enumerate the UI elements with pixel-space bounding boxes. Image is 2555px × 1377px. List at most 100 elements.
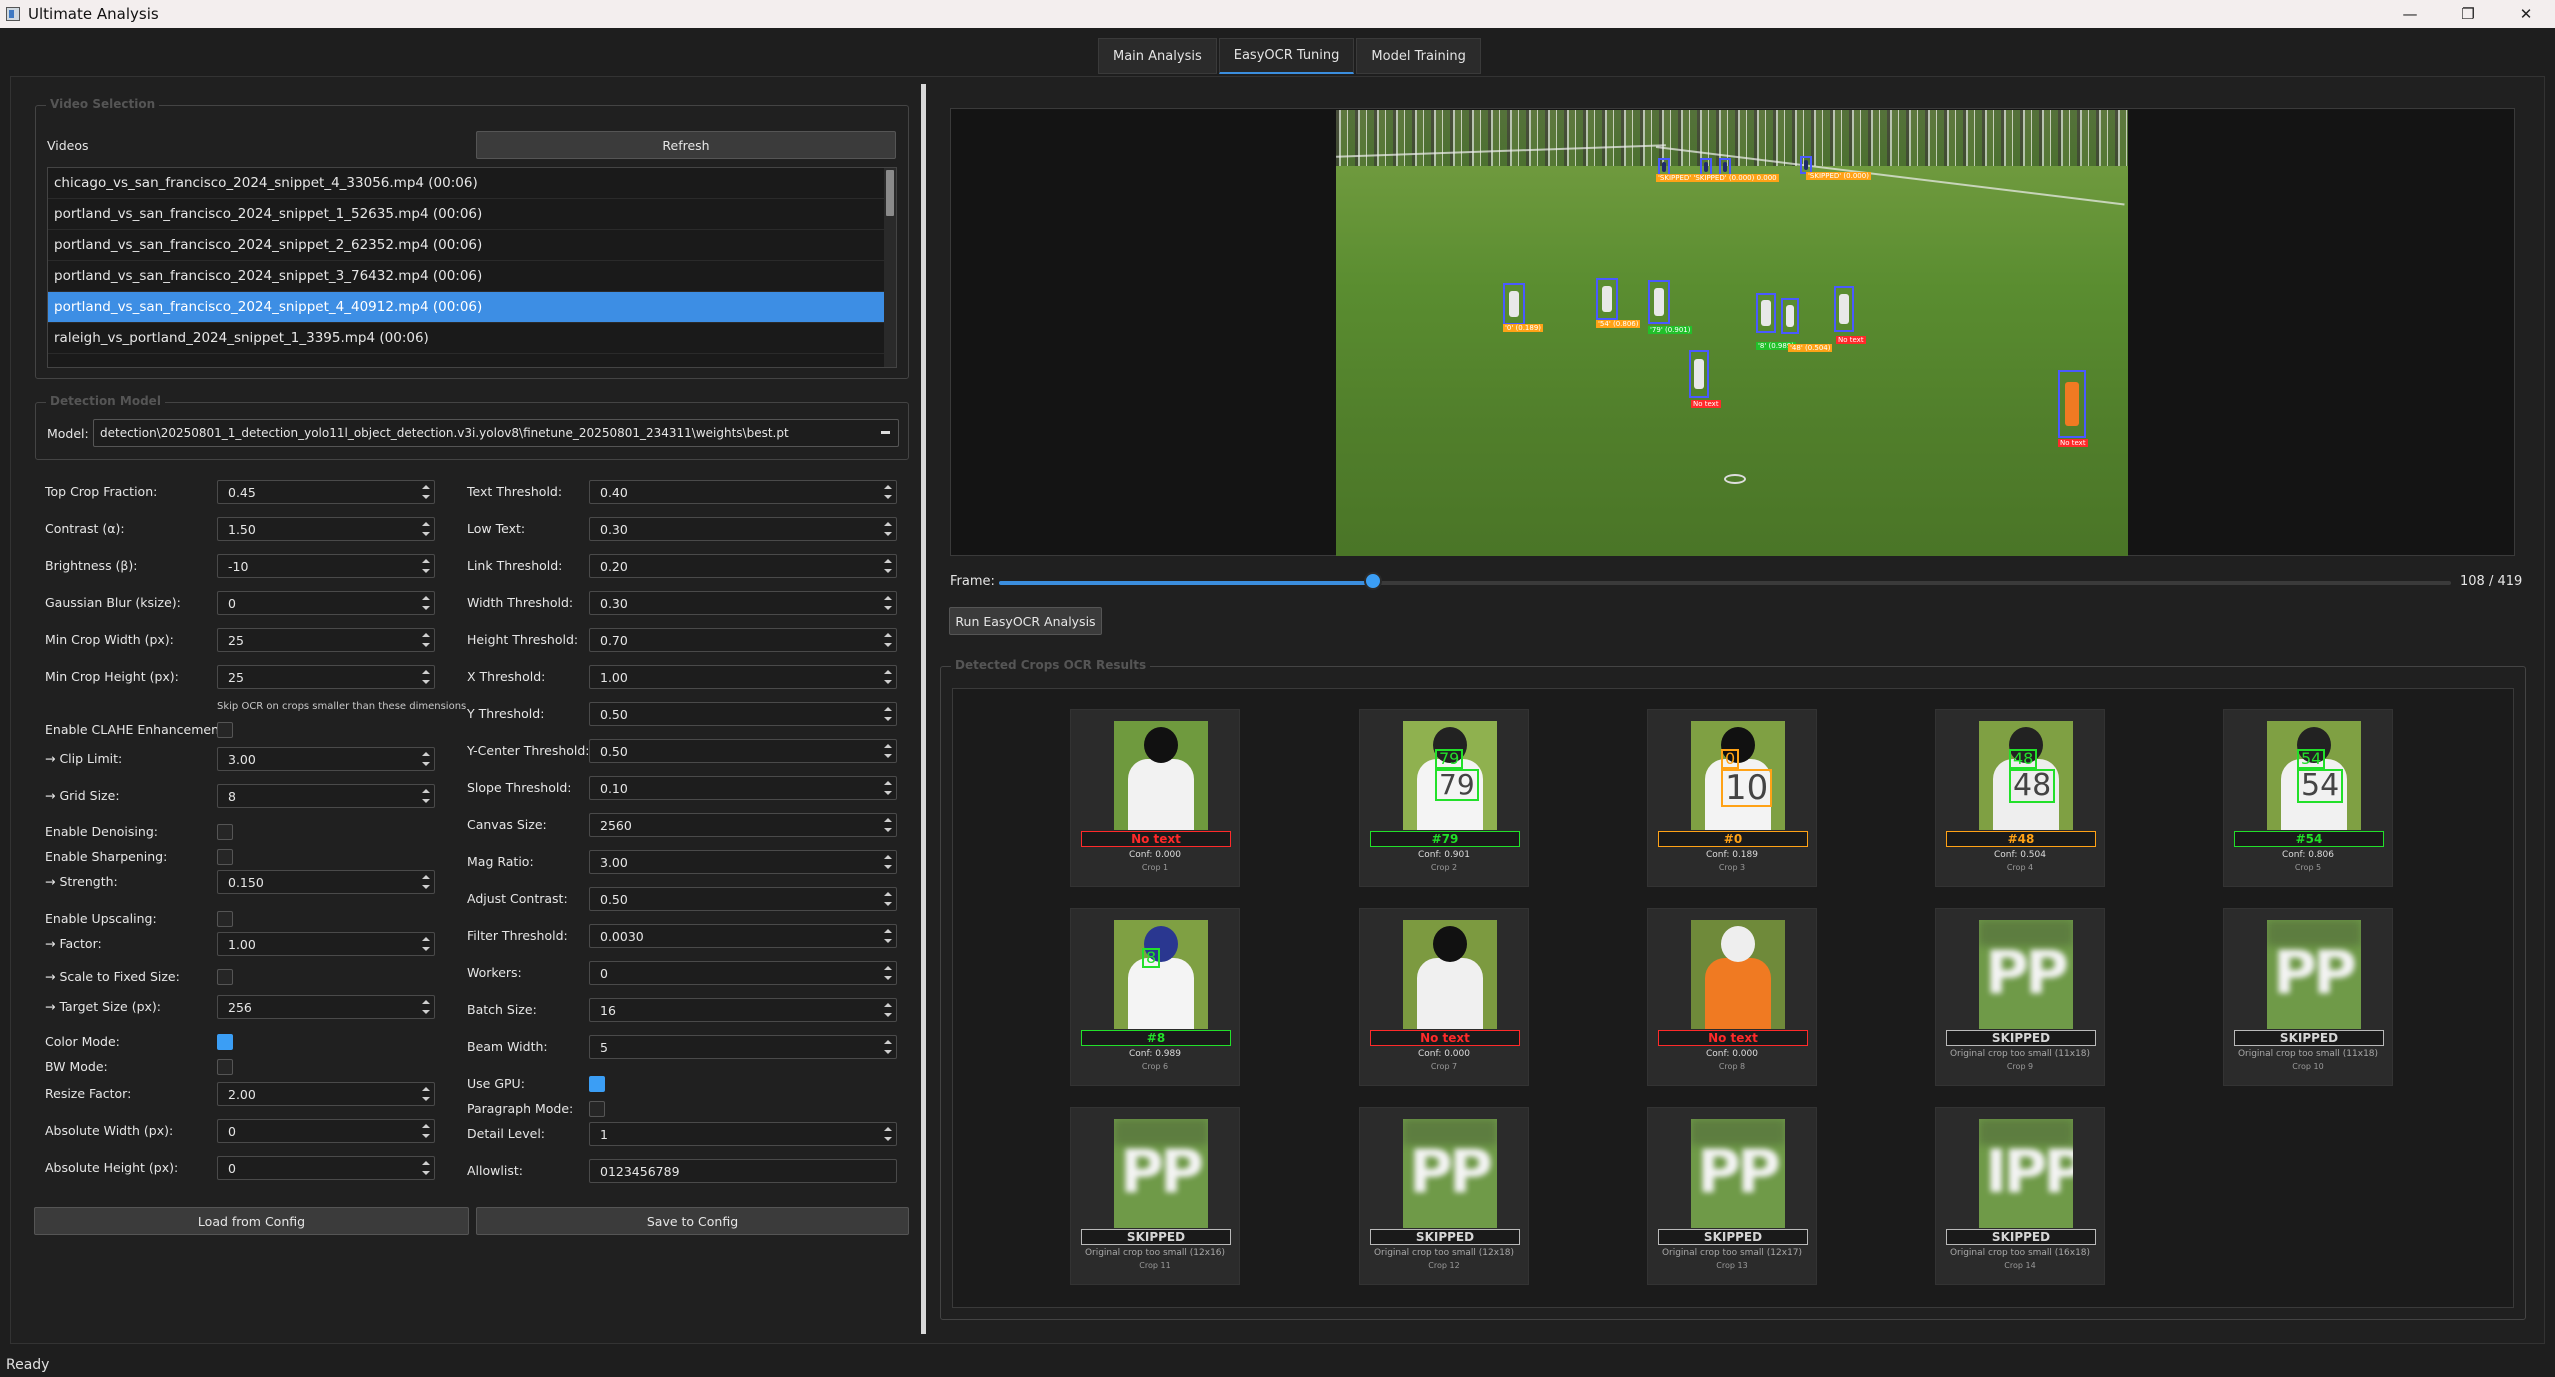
video-list-scrollbar[interactable]: [884, 168, 896, 367]
spin-up-icon[interactable]: [422, 559, 430, 563]
spin-down-icon[interactable]: [422, 1010, 430, 1014]
spin-down-icon[interactable]: [422, 885, 430, 889]
spin-down-icon[interactable]: [884, 643, 892, 647]
scale-fixed-checkbox[interactable]: [217, 969, 233, 985]
spin-up-icon[interactable]: [884, 855, 892, 859]
minimize-button[interactable]: —: [2381, 0, 2439, 28]
contrast-spinbox[interactable]: 1.50: [217, 517, 435, 541]
model-select[interactable]: detection\20250801_1_detection_yolo11l_o…: [93, 419, 899, 447]
workers-spinbox[interactable]: 0: [589, 961, 897, 985]
load-config-button[interactable]: Load from Config: [34, 1207, 469, 1235]
yc-th-spinbox[interactable]: 0.50: [589, 739, 897, 763]
video-list-item[interactable]: raleigh_vs_portland_2024_snippet_1_3395.…: [48, 323, 896, 354]
resize-spinbox[interactable]: 2.00: [217, 1082, 435, 1106]
spin-up-icon[interactable]: [422, 633, 430, 637]
spin-up-icon[interactable]: [884, 559, 892, 563]
spin-up-icon[interactable]: [884, 929, 892, 933]
mag-spinbox[interactable]: 3.00: [589, 850, 897, 874]
clip-spinbox[interactable]: 3.00: [217, 747, 435, 771]
color-mode-checkbox[interactable]: [217, 1034, 233, 1050]
spin-down-icon[interactable]: [422, 495, 430, 499]
spin-up-icon[interactable]: [884, 670, 892, 674]
spin-down-icon[interactable]: [884, 680, 892, 684]
factor-spinbox[interactable]: 1.00: [217, 932, 435, 956]
spin-up-icon[interactable]: [884, 707, 892, 711]
spin-up-icon[interactable]: [422, 485, 430, 489]
spin-up-icon[interactable]: [884, 596, 892, 600]
spin-up-icon[interactable]: [884, 744, 892, 748]
spin-down-icon[interactable]: [422, 569, 430, 573]
spin-down-icon[interactable]: [884, 606, 892, 610]
target-spinbox[interactable]: 256: [217, 995, 435, 1019]
gpu-checkbox[interactable]: [589, 1076, 605, 1092]
video-list-item[interactable]: portland_vs_san_francisco_2024_snippet_4…: [48, 292, 896, 323]
spin-up-icon[interactable]: [884, 966, 892, 970]
frame-slider[interactable]: [999, 581, 2451, 585]
canvas-spinbox[interactable]: 2560: [589, 813, 897, 837]
spin-up-icon[interactable]: [884, 1127, 892, 1131]
grid-spinbox[interactable]: 8: [217, 784, 435, 808]
spin-down-icon[interactable]: [884, 717, 892, 721]
sharpen-checkbox[interactable]: [217, 849, 233, 865]
spin-down-icon[interactable]: [884, 569, 892, 573]
spin-down-icon[interactable]: [884, 902, 892, 906]
spin-up-icon[interactable]: [884, 1040, 892, 1044]
spin-up-icon[interactable]: [884, 892, 892, 896]
spin-down-icon[interactable]: [422, 643, 430, 647]
maximize-button[interactable]: ❐: [2439, 0, 2497, 28]
spin-down-icon[interactable]: [884, 754, 892, 758]
denoise-checkbox[interactable]: [217, 824, 233, 840]
refresh-button[interactable]: Refresh: [476, 131, 896, 159]
spin-down-icon[interactable]: [884, 495, 892, 499]
bw-mode-checkbox[interactable]: [217, 1059, 233, 1075]
spin-up-icon[interactable]: [884, 633, 892, 637]
width-th-spinbox[interactable]: 0.30: [589, 591, 897, 615]
run-easyocr-button[interactable]: Run EasyOCR Analysis: [949, 607, 1102, 635]
strength-spinbox[interactable]: 0.150: [217, 870, 435, 894]
tab-easyocr-tuning[interactable]: EasyOCR Tuning: [1218, 38, 1355, 74]
spin-down-icon[interactable]: [884, 828, 892, 832]
tab-model-training[interactable]: Model Training: [1356, 38, 1481, 74]
y-th-spinbox[interactable]: 0.50: [589, 702, 897, 726]
close-button[interactable]: ✕: [2497, 0, 2555, 28]
x-th-spinbox[interactable]: 1.00: [589, 665, 897, 689]
spin-up-icon[interactable]: [422, 670, 430, 674]
spin-up-icon[interactable]: [422, 522, 430, 526]
spin-up-icon[interactable]: [884, 818, 892, 822]
spin-up-icon[interactable]: [422, 1124, 430, 1128]
panel-splitter[interactable]: [921, 84, 926, 1334]
top-crop-spinbox[interactable]: 0.45: [217, 480, 435, 504]
spin-up-icon[interactable]: [422, 596, 430, 600]
spin-down-icon[interactable]: [422, 799, 430, 803]
min-w-spinbox[interactable]: 25: [217, 628, 435, 652]
spin-up-icon[interactable]: [422, 937, 430, 941]
spin-down-icon[interactable]: [422, 1134, 430, 1138]
detail-spinbox[interactable]: 1: [589, 1122, 897, 1146]
clahe-checkbox[interactable]: [217, 722, 233, 738]
abs-w-spinbox[interactable]: 0: [217, 1119, 435, 1143]
video-list-item[interactable]: portland_vs_san_francisco_2024_snippet_3…: [48, 261, 896, 292]
slope-th-spinbox[interactable]: 0.10: [589, 776, 897, 800]
spin-down-icon[interactable]: [422, 1171, 430, 1175]
paragraph-checkbox[interactable]: [589, 1101, 605, 1117]
spin-down-icon[interactable]: [884, 865, 892, 869]
spin-up-icon[interactable]: [422, 1161, 430, 1165]
spin-down-icon[interactable]: [884, 532, 892, 536]
batch-spinbox[interactable]: 16: [589, 998, 897, 1022]
spin-up-icon[interactable]: [884, 1003, 892, 1007]
spin-up-icon[interactable]: [422, 1000, 430, 1004]
spin-down-icon[interactable]: [422, 606, 430, 610]
spin-up-icon[interactable]: [422, 875, 430, 879]
spin-down-icon[interactable]: [884, 1013, 892, 1017]
adj-contrast-spinbox[interactable]: 0.50: [589, 887, 897, 911]
spin-down-icon[interactable]: [422, 680, 430, 684]
tab-main-analysis[interactable]: Main Analysis: [1098, 38, 1217, 74]
video-list-item[interactable]: portland_vs_san_francisco_2024_snippet_2…: [48, 230, 896, 261]
spin-up-icon[interactable]: [884, 485, 892, 489]
text-th-spinbox[interactable]: 0.40: [589, 480, 897, 504]
beam-spinbox[interactable]: 5: [589, 1035, 897, 1059]
spin-up-icon[interactable]: [422, 752, 430, 756]
allowlist-input[interactable]: 0123456789: [589, 1159, 897, 1183]
spin-down-icon[interactable]: [884, 791, 892, 795]
video-list[interactable]: chicago_vs_san_francisco_2024_snippet_4_…: [47, 167, 897, 368]
